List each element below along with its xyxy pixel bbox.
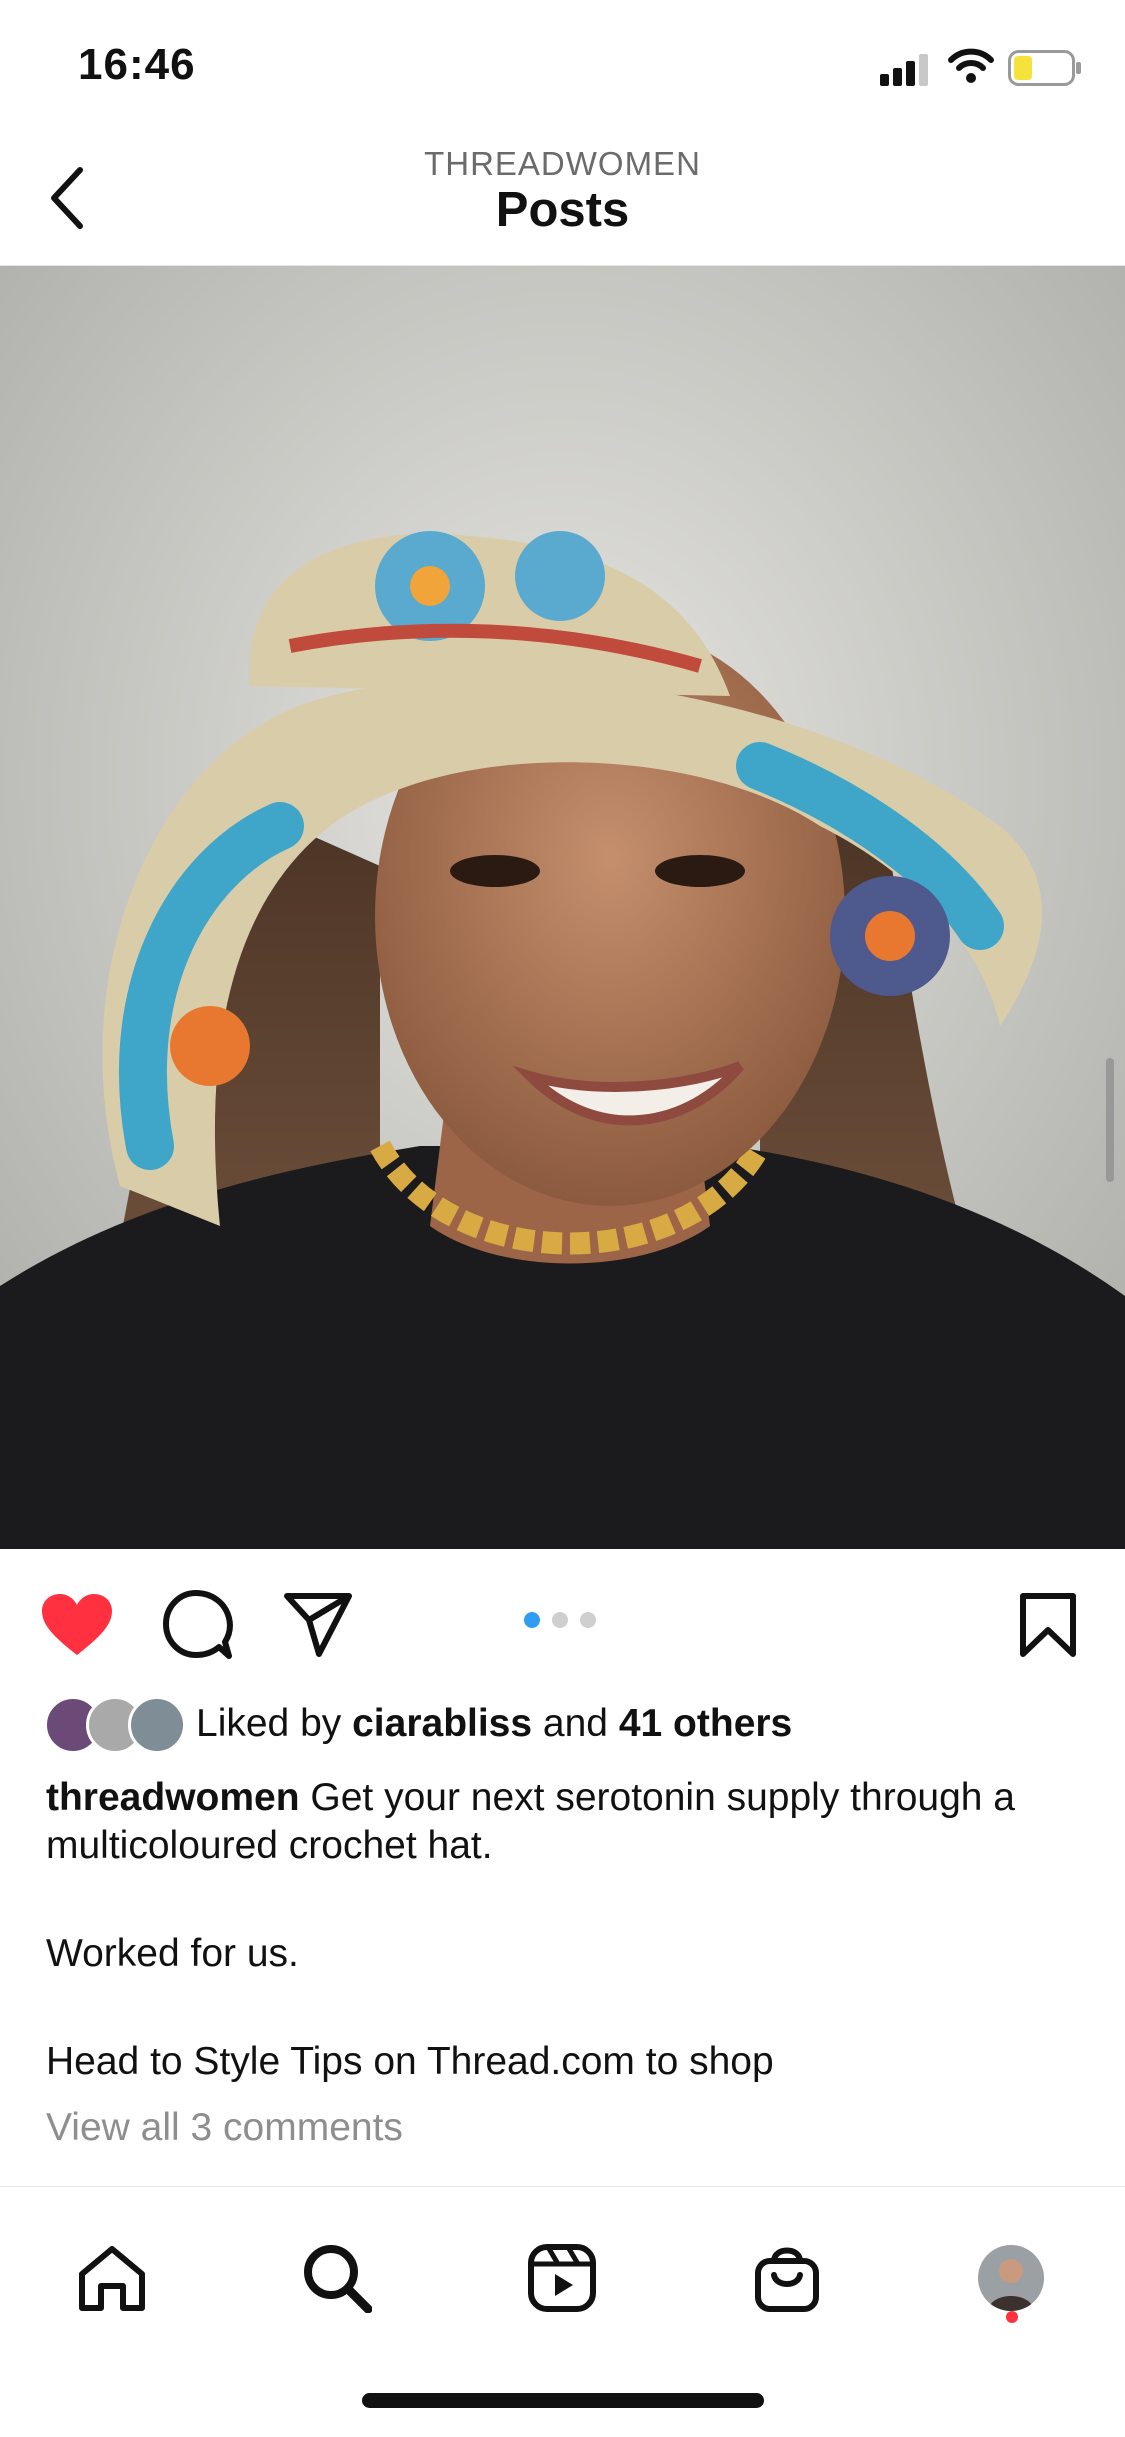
post-caption: threadwomen Get your next serotonin supp… — [46, 1774, 1076, 2086]
notification-dot — [1006, 2311, 1018, 2323]
comment-icon — [163, 1590, 233, 1659]
carousel-indicator — [524, 1612, 596, 1628]
post-photo-illustration — [0, 266, 1125, 1549]
battery-icon — [1008, 50, 1081, 86]
likes-others[interactable]: 41 others — [619, 1702, 792, 1746]
save-button[interactable] — [1008, 1585, 1088, 1665]
tab-shop[interactable] — [742, 2233, 832, 2323]
liker-avatar — [128, 1696, 186, 1754]
status-bar: 16:46 — [0, 0, 1125, 130]
comment-button[interactable] — [158, 1585, 238, 1665]
tab-profile[interactable] — [966, 2233, 1056, 2323]
profile-avatar — [978, 2245, 1044, 2311]
like-button[interactable] — [37, 1585, 117, 1665]
status-time: 16:46 — [78, 40, 196, 89]
home-icon — [79, 2246, 145, 2311]
scroll-indicator — [1106, 1058, 1114, 1182]
tab-home[interactable] — [67, 2233, 157, 2323]
page-title: Posts — [495, 183, 630, 237]
carousel-dot-active — [524, 1612, 540, 1628]
likes-row[interactable]: Liked by ciarabliss and 41 others — [44, 1694, 792, 1754]
wifi-icon — [948, 48, 994, 83]
home-indicator[interactable] — [362, 2393, 764, 2408]
send-icon — [284, 1593, 352, 1657]
caption-username[interactable]: threadwomen — [46, 1776, 300, 1819]
carousel-dot — [552, 1612, 568, 1628]
liker-avatars — [44, 1696, 186, 1754]
carousel-dot — [580, 1612, 596, 1628]
likes-prefix: Liked by — [196, 1702, 342, 1745]
search-icon — [304, 2245, 372, 2313]
cellular-signal-icon — [880, 54, 928, 86]
bookmark-icon — [1020, 1593, 1076, 1657]
tab-reels[interactable] — [517, 2233, 607, 2323]
caption-text-2: Worked for us. — [46, 1932, 299, 1975]
heart-filled-icon — [42, 1594, 112, 1655]
shop-bag-icon — [755, 2247, 819, 2312]
view-comments-link[interactable]: View all 3 comments — [46, 2106, 403, 2150]
tab-search[interactable] — [292, 2233, 382, 2323]
liker-username[interactable]: ciarabliss — [352, 1702, 532, 1746]
post-image[interactable] — [0, 266, 1125, 1549]
caption-text-3: Head to Style Tips on Thread.com to shop — [46, 2040, 774, 2083]
account-name[interactable]: THREADWOMEN — [0, 145, 1125, 183]
reels-icon — [528, 2244, 596, 2312]
likes-and: and — [542, 1702, 608, 1745]
nav-header: THREADWOMEN Posts — [0, 130, 1125, 266]
share-button[interactable] — [278, 1585, 358, 1665]
